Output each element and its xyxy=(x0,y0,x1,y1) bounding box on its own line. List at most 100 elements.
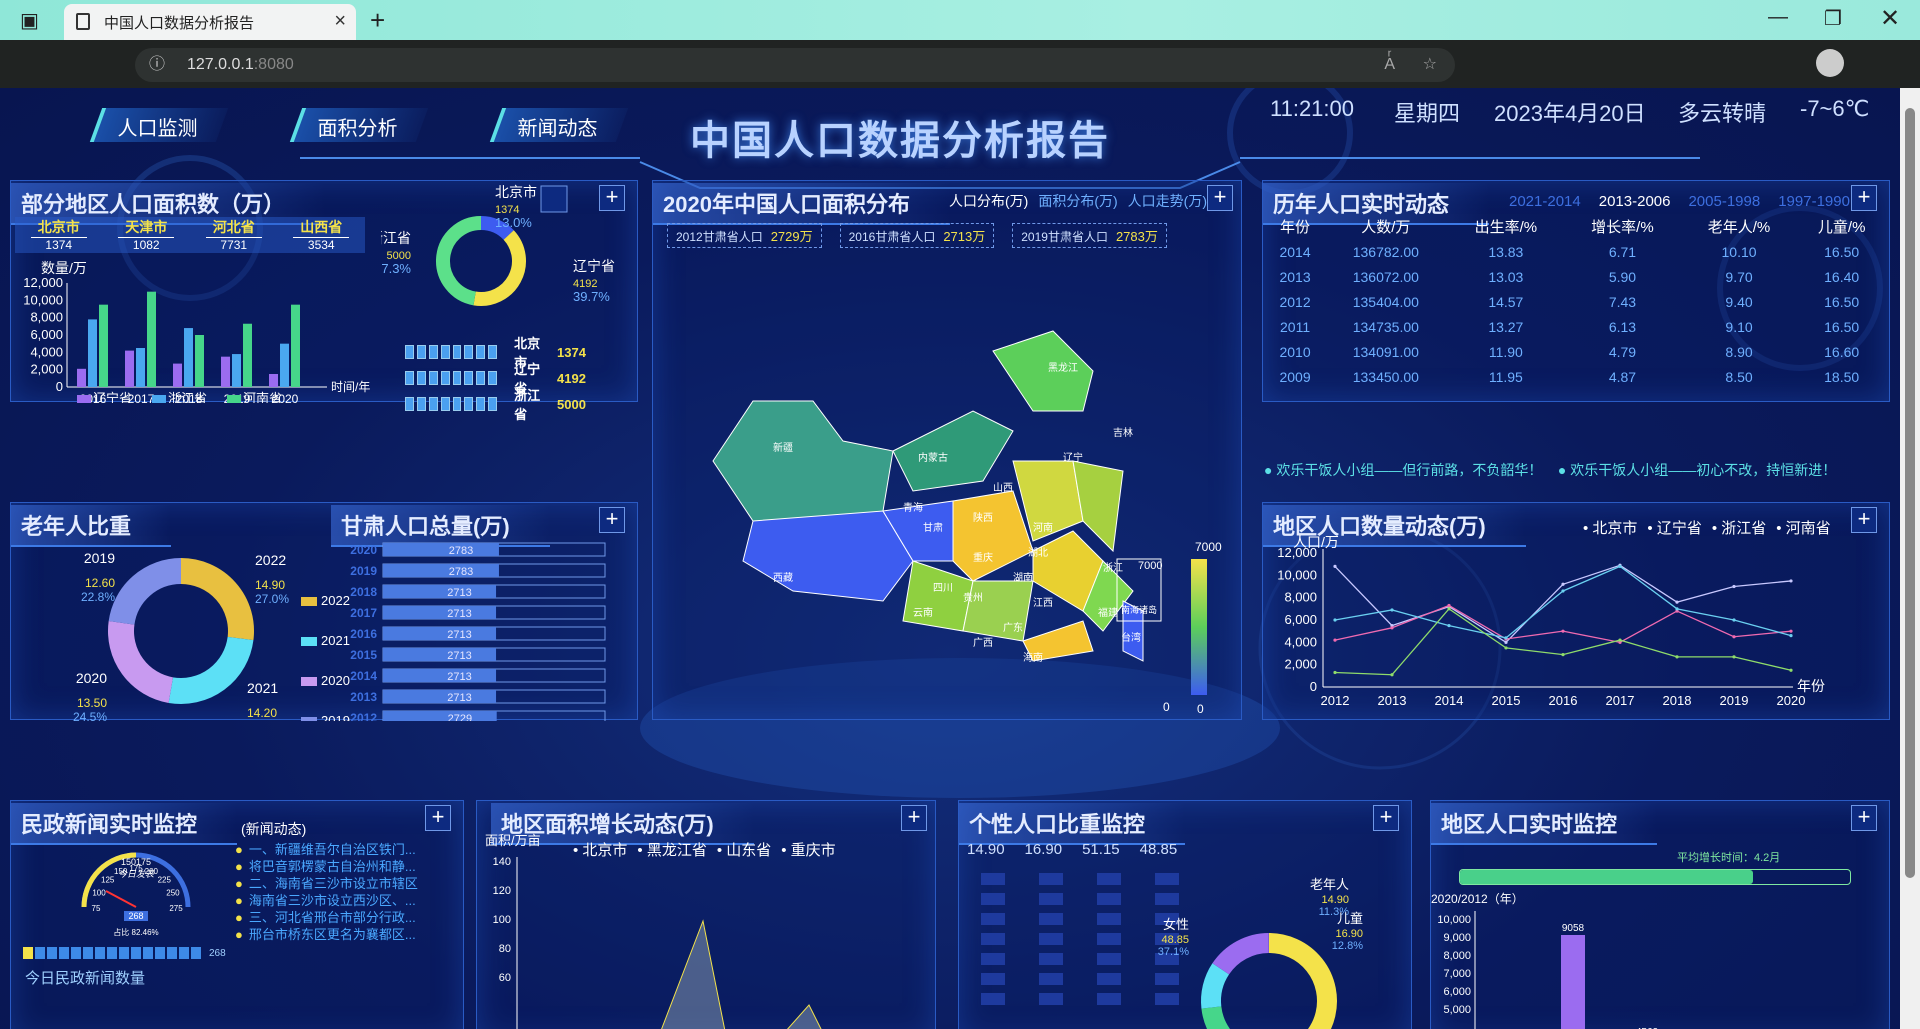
news-text: 一、新疆维吾尔自治区铁门... xyxy=(248,842,416,857)
placeholder-block xyxy=(1039,973,1063,985)
progress-cell xyxy=(476,371,486,385)
news-item[interactable]: ● 二、海南省三沙市设立市辖区 xyxy=(235,875,418,892)
y-tick-label: 10,000 xyxy=(1437,914,1471,926)
legend-label: 河南省 xyxy=(243,391,282,403)
region-value: 1374 xyxy=(30,237,87,252)
url-field[interactable]: ⓘ 127.0.0.1:8080 Aͬ ☆ xyxy=(135,48,1455,82)
news-text: 二、海南省三沙市设立市辖区 xyxy=(248,876,418,891)
bar xyxy=(243,323,252,387)
slice-pct: 25.7% xyxy=(247,720,281,721)
tab-actions-icon[interactable]: ▣ xyxy=(20,8,39,33)
china-map[interactable]: 新疆西藏 黑龙江吉林辽宁 内蒙古青海甘肃四川云南广西广东海南 湖南江西 浙江福建台湾 山西… xyxy=(653,261,1243,721)
placeholder-block xyxy=(981,973,1005,985)
scrollbar-thumb[interactable] xyxy=(1905,108,1915,878)
expand-button[interactable]: + xyxy=(1207,185,1233,211)
avatar[interactable] xyxy=(1816,49,1844,77)
expand-button[interactable]: + xyxy=(1373,805,1399,831)
favorite-icon[interactable]: ☆ xyxy=(1423,48,1437,82)
x-tick-label: 2017 xyxy=(1606,693,1635,708)
province-label: 湖南 xyxy=(1013,571,1033,584)
progress-cell xyxy=(440,397,450,411)
tab-area[interactable]: 面积分布(万) xyxy=(1038,191,1117,211)
placeholder-block xyxy=(1097,913,1121,925)
new-tab-icon[interactable]: + xyxy=(370,5,385,36)
minimize-icon[interactable]: — xyxy=(1768,6,1788,29)
province-label: 广东 xyxy=(1003,621,1023,634)
x-tick-label: 2020 xyxy=(1777,693,1806,708)
bullet-icon: ● xyxy=(235,859,243,874)
placeholder-block xyxy=(1155,893,1179,905)
panel-area-growth: 地区面积增长动态(万) + • 北京市 • 黑龙江省 • 山东省 • 重庆市 面积/万… xyxy=(476,800,936,1029)
donut-pct: 47.3% xyxy=(381,261,411,276)
bar-label: 2729 xyxy=(448,713,472,721)
gauge-pct: 占比 82.46% xyxy=(113,927,158,937)
expand-button[interactable]: + xyxy=(1851,185,1877,211)
read-aloud-icon[interactable]: Aͬ xyxy=(1384,48,1395,82)
maximize-icon[interactable]: ❐ xyxy=(1824,6,1842,31)
close-tab-icon[interactable]: × xyxy=(334,10,346,33)
table-cell: 10.10 xyxy=(1721,243,1757,260)
bar xyxy=(88,319,97,387)
progress-cell xyxy=(464,397,474,411)
placeholder-block xyxy=(1097,893,1121,905)
x-tick-label: 2016 xyxy=(1549,693,1578,708)
nav-population[interactable]: 人口监测 xyxy=(89,108,229,142)
column-header: 儿童/% xyxy=(1817,219,1866,236)
placeholder-block xyxy=(1155,973,1179,985)
history-tab[interactable]: 2021-2014 xyxy=(1509,193,1581,210)
expand-button[interactable]: + xyxy=(901,805,927,831)
news-item[interactable]: ● 邢台市桥东区更名为襄都区... xyxy=(235,926,418,943)
nav-news[interactable]: 新闻动态 xyxy=(489,108,629,142)
tab-trend[interactable]: 人口走势(万) xyxy=(1128,191,1207,211)
expand-button[interactable]: + xyxy=(1851,805,1877,831)
bar xyxy=(173,363,182,387)
category-label: 2018 xyxy=(350,585,377,599)
region-item: 北京市 1374 xyxy=(19,217,99,252)
history-tab[interactable]: 2013-2006 xyxy=(1599,193,1671,210)
bar xyxy=(125,350,134,387)
news-item[interactable]: ● 将巴音郭楞蒙古自治州和静... xyxy=(235,858,418,875)
history-tab[interactable]: 1997-1990 xyxy=(1778,193,1850,210)
category-label: 2013 xyxy=(350,690,377,704)
table-cell: 11.95 xyxy=(1488,368,1523,385)
news-item[interactable]: ● 三、河北省邢台市部分行政... xyxy=(235,909,418,926)
news-item[interactable]: ● 海南省三沙市设立西沙区、... xyxy=(235,892,418,909)
vertical-scrollbar[interactable] xyxy=(1900,88,1920,1029)
progress-cell xyxy=(405,371,414,385)
table-cell: 18.50 xyxy=(1824,368,1860,385)
expand-button[interactable]: + xyxy=(1851,507,1877,533)
browser-tab[interactable]: 中国人口数据分析报告 × xyxy=(64,4,356,40)
placeholder-block xyxy=(1097,953,1121,965)
table-cell: 2012 xyxy=(1279,293,1311,310)
table-row: 2011 134735.00 13.27 6.13 9.10 16.50 xyxy=(1266,314,1886,339)
bar-label: 2783 xyxy=(449,545,473,557)
nav-area[interactable]: 面积分析 xyxy=(289,108,429,142)
category-label: 2020 xyxy=(350,543,377,557)
tab-population[interactable]: 人口分布(万) xyxy=(949,191,1028,211)
bar xyxy=(269,374,278,387)
close-window-icon[interactable]: ✕ xyxy=(1880,4,1900,33)
news-subtitle: (新闻动态) xyxy=(241,821,307,837)
gauge-top: 150175 xyxy=(121,857,151,867)
bar xyxy=(232,354,241,387)
expand-button[interactable]: + xyxy=(425,805,451,831)
province-label: 重庆 xyxy=(973,551,993,564)
inset-value: 7000 xyxy=(1138,560,1162,572)
progress-cell xyxy=(464,371,474,385)
category-label: 2015 xyxy=(350,648,377,662)
expand-button xyxy=(540,185,568,213)
legend-label: 2019 xyxy=(321,713,350,721)
y-tick-label: 80 xyxy=(499,943,511,955)
color-scale xyxy=(1191,559,1207,695)
province-label: 福建 xyxy=(1098,606,1118,619)
data-point xyxy=(1561,589,1565,593)
news-item[interactable]: ● 一、新疆维吾尔自治区铁门... xyxy=(235,841,418,858)
placeholder-block xyxy=(981,913,1005,925)
slice-value: 14.90 xyxy=(255,578,285,592)
data-point xyxy=(1561,653,1565,657)
count-value: 268 xyxy=(209,947,226,959)
expand-button[interactable]: + xyxy=(599,507,625,533)
history-tab[interactable]: 2005-1998 xyxy=(1688,193,1760,210)
count-cell xyxy=(47,947,57,959)
gauge-tick: 275 xyxy=(169,904,183,913)
